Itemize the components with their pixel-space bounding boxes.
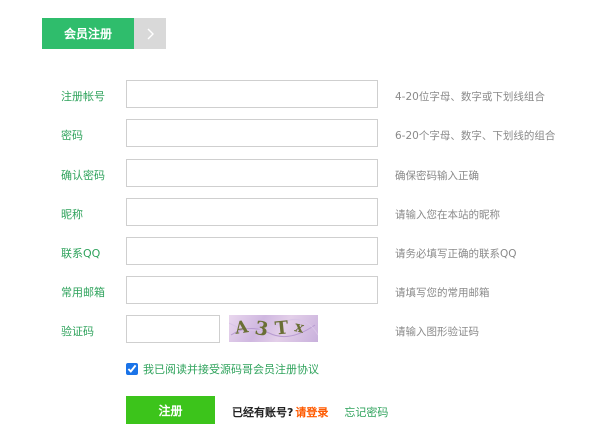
tab-member-register[interactable]: 会员注册 <box>42 18 134 49</box>
agreement-checkbox[interactable] <box>126 363 138 375</box>
chevron-right-icon <box>147 28 154 39</box>
next-tab-button[interactable] <box>134 18 166 49</box>
register-button[interactable]: 注册 <box>126 396 215 424</box>
field-hint: 确保密码输入正确 <box>395 170 479 182</box>
qq-input[interactable] <box>126 237 378 265</box>
forgot-password-link[interactable]: 忘记密码 <box>344 404 388 420</box>
account-input[interactable] <box>126 80 378 108</box>
field-hint: 6-20个字母、数字、下划线的组合 <box>395 130 556 142</box>
login-link[interactable]: 请登录 <box>295 404 328 420</box>
captcha-text: A3Tx <box>229 315 318 342</box>
captcha-char: x <box>293 317 306 337</box>
captcha-char: A <box>233 317 250 339</box>
agreement-row: 我已阅读并接受源码哥会员注册协议 <box>126 361 319 377</box>
field-label: 注册帐号 <box>61 90 105 103</box>
field-label: 验证码 <box>61 325 94 338</box>
agreement-text[interactable]: 我已阅读并接受源码哥会员注册协议 <box>143 361 319 377</box>
captcha-char: T <box>273 317 290 340</box>
email-input[interactable] <box>126 276 378 304</box>
confirm-password-input[interactable] <box>126 159 378 187</box>
login-line: 已经有账号? 请登录 忘记密码 <box>232 404 388 420</box>
field-hint: 请填写您的常用邮箱 <box>395 287 490 299</box>
field-label: 昵称 <box>61 208 83 221</box>
field-label: 联系QQ <box>61 247 101 260</box>
field-label: 确认密码 <box>61 169 105 182</box>
field-hint: 请务必填写正确的联系QQ <box>395 248 517 260</box>
captcha-image[interactable]: A3Tx <box>229 315 318 342</box>
field-label: 常用邮箱 <box>61 286 105 299</box>
captcha-char: 3 <box>253 317 271 341</box>
field-hint: 请输入您在本站的昵称 <box>395 209 500 221</box>
field-hint: 请输入图形验证码 <box>395 326 479 338</box>
field-label: 密码 <box>61 129 83 142</box>
field-hint: 4-20位字母、数字或下划线组合 <box>395 91 545 103</box>
nickname-input[interactable] <box>126 198 378 226</box>
have-account-text: 已经有账号? <box>232 406 294 419</box>
tab-bar: 会员注册 <box>42 18 166 49</box>
captcha-input[interactable] <box>126 315 220 343</box>
password-input[interactable] <box>126 119 378 147</box>
